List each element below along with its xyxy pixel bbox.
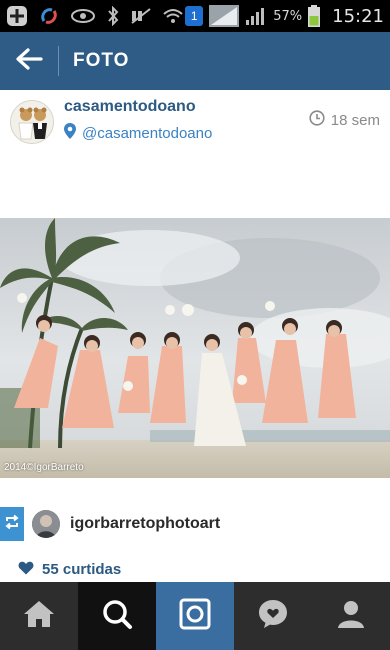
photo-credit-row: igorbarretophotoart [0, 507, 390, 541]
likes-count: 55 curtidas [42, 561, 122, 578]
timestamp-text: 18 sem [330, 111, 380, 129]
nav-search[interactable] [78, 582, 156, 650]
sync-icon [38, 5, 60, 27]
status-bar-right: 1 57% 15:21 [185, 5, 384, 27]
location-text: @casamentodoano [82, 124, 213, 142]
signal-icon [209, 5, 240, 27]
nav-profile[interactable] [312, 582, 390, 650]
clock-icon [309, 110, 325, 130]
credit-username[interactable]: igorbarretophotoart [70, 515, 220, 533]
location-pin-icon [64, 123, 76, 143]
wifi-icon [162, 6, 184, 26]
notification-count: 1 [190, 9, 198, 23]
search-icon [101, 598, 133, 634]
header-divider [58, 46, 59, 76]
page-title: FOTO [73, 50, 130, 71]
bluetooth-icon [106, 6, 120, 26]
app-header: FOTO [0, 32, 390, 90]
activity-icon [257, 598, 289, 634]
likes-row[interactable]: 55 curtidas [18, 560, 121, 579]
repost-icon [4, 514, 20, 534]
back-button[interactable] [0, 32, 58, 90]
nav-camera[interactable] [156, 582, 234, 650]
bottom-nav [0, 582, 390, 650]
photo-watermark: 2014©IgorBarreto [4, 462, 84, 473]
notification-badge: 1 [185, 6, 204, 26]
status-bar-left [6, 5, 184, 27]
cellular-signal-icon [245, 6, 267, 26]
post-location[interactable]: @casamentodoano [64, 123, 212, 143]
post-username[interactable]: casamentodoano [64, 98, 196, 116]
profile-icon [336, 599, 366, 633]
battery-icon [308, 5, 321, 27]
app-screen: 1 57% 15:21 FOTO casamentodoano @casamen… [0, 0, 390, 650]
post-photo[interactable]: 2014©IgorBarreto [0, 218, 390, 478]
battery-percent: 57% [273, 8, 303, 24]
heart-icon [18, 560, 34, 579]
avatar[interactable] [10, 100, 54, 144]
nav-home[interactable] [0, 582, 78, 650]
mute-icon [130, 7, 152, 25]
camera-icon [179, 598, 211, 634]
plus-icon [6, 5, 28, 27]
post-header: casamentodoano @casamentodoano 18 sem [0, 90, 390, 150]
repost-badge [0, 507, 24, 541]
arrow-left-icon [14, 47, 44, 75]
credit-avatar[interactable] [32, 510, 60, 538]
status-time: 15:21 [332, 5, 384, 27]
status-bar: 1 57% 15:21 [0, 0, 390, 32]
nav-activity[interactable] [234, 582, 312, 650]
post-timestamp: 18 sem [309, 110, 380, 130]
eye-icon [70, 7, 96, 25]
home-icon [22, 599, 56, 633]
